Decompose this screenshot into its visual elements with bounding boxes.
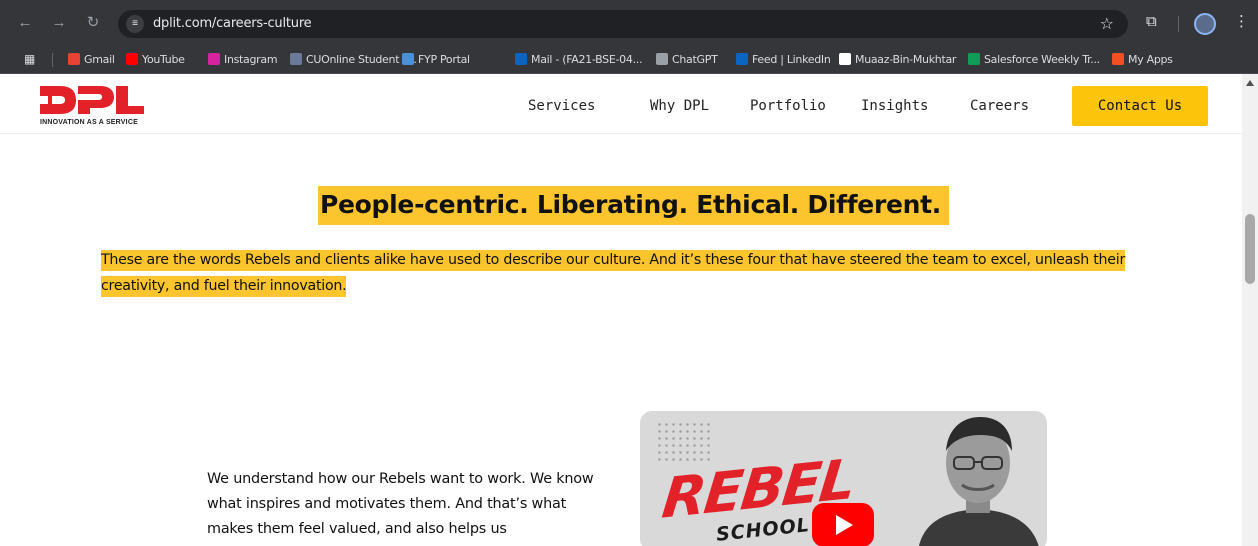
culture-headline: People-centric. Liberating. Ethical. Dif… [318, 186, 949, 225]
cuonline-icon [290, 53, 302, 65]
chatgpt-icon [656, 53, 668, 65]
reload-icon[interactable]: ↻ [84, 14, 102, 32]
dot-grid-decoration [656, 421, 710, 465]
outlook-icon [515, 53, 527, 65]
bookmark-item[interactable]: Instagram [208, 53, 278, 66]
linkedin-icon [736, 53, 748, 65]
nav-why-dpl[interactable]: Why DPL [650, 98, 709, 114]
menu-kebab-icon[interactable]: ⋮ [1234, 13, 1249, 31]
address-bar[interactable]: ≡ dplit.com/careers-culture ☆ [118, 10, 1128, 38]
extensions-icon[interactable]: ⧉ [1146, 13, 1157, 31]
apps-grid-icon[interactable]: ▦ [24, 52, 38, 66]
microsoft-icon [1112, 53, 1124, 65]
url-text[interactable]: dplit.com/careers-culture [153, 16, 312, 31]
bookmark-item[interactable]: FYP Portal [402, 53, 470, 66]
bookmark-item[interactable]: Gmail [68, 53, 115, 66]
bookmark-star-icon[interactable]: ☆ [1100, 14, 1114, 34]
bookmark-label: ChatGPT [672, 53, 718, 66]
profile-avatar[interactable] [1194, 13, 1216, 35]
github-icon [839, 53, 851, 65]
bookmarks-bar: ▦ Gmail YouTube Instagram CUOnline Student … [0, 46, 1258, 74]
instagram-icon [208, 53, 220, 65]
culture-intro: These are the words Rebels and clients a… [101, 247, 1131, 299]
gmail-icon [68, 53, 80, 65]
bookmark-item[interactable]: Feed | LinkedIn [736, 53, 831, 66]
speaker-photo [919, 417, 1039, 546]
toolbar-divider [1178, 16, 1179, 32]
bookmark-item[interactable]: YouTube [126, 53, 185, 66]
culture-body-text: We understand how our Rebels want to wor… [207, 471, 594, 537]
bookmark-item[interactable]: ChatGPT [656, 53, 718, 66]
fyp-portal-icon [402, 53, 414, 65]
site-settings-icon[interactable]: ≡ [126, 15, 144, 33]
bookmark-label: YouTube [142, 53, 185, 66]
bookmark-label: My Apps [1128, 53, 1173, 66]
logo-tagline: INNOVATION AS A SERVICE [40, 119, 138, 126]
bookmark-label: CUOnline Student P... [306, 53, 417, 66]
youtube-icon [126, 53, 138, 65]
culture-intro-text: These are the words Rebels and clients a… [101, 250, 1125, 297]
forward-arrow-icon[interactable]: → [50, 14, 68, 32]
bookmark-item[interactable]: Mail - (FA21-BSE-04... [515, 53, 642, 66]
bookmark-label: Instagram [224, 53, 278, 66]
dpl-logo-mark [40, 86, 144, 114]
rebel-school-video[interactable]: REBEL SCHOOL [640, 411, 1047, 546]
bookmark-label: Feed | LinkedIn [752, 53, 831, 66]
contact-us-button[interactable]: Contact Us [1072, 86, 1208, 126]
bookmark-label: Muaaz-Bin-Mukhtar [855, 53, 957, 66]
site-header: INNOVATION AS A SERVICE Services Why DPL… [0, 74, 1242, 134]
bookmark-item[interactable]: My Apps [1112, 53, 1173, 66]
culture-headline-wrap: People-centric. Liberating. Ethical. Dif… [318, 186, 949, 225]
bookmark-item[interactable]: Salesforce Weekly Tr... [968, 53, 1100, 66]
bookmark-label: FYP Portal [418, 53, 470, 66]
nav-portfolio[interactable]: Portfolio [750, 98, 826, 114]
browser-toolbar: ← → ↻ ≡ dplit.com/careers-culture ☆ ⧉ ⋮ [0, 0, 1258, 46]
bookmark-item[interactable]: CUOnline Student P... [290, 53, 417, 66]
bookmark-label: Gmail [84, 53, 115, 66]
bookmark-label: Mail - (FA21-BSE-04... [531, 53, 643, 66]
nav-careers[interactable]: Careers [970, 98, 1029, 114]
bookmark-item[interactable]: Muaaz-Bin-Mukhtar [839, 53, 956, 66]
nav-insights[interactable]: Insights [861, 98, 928, 114]
nav-services[interactable]: Services [528, 98, 595, 114]
back-arrow-icon[interactable]: ← [16, 14, 34, 32]
bookmarks-divider [52, 53, 53, 67]
sheets-icon [968, 53, 980, 65]
scroll-up-arrow-icon[interactable] [1246, 80, 1254, 86]
bookmark-label: Salesforce Weekly Tr... [984, 53, 1100, 66]
scroll-thumb[interactable] [1245, 214, 1255, 284]
youtube-play-button-icon[interactable] [812, 503, 874, 546]
page-scrollbar[interactable] [1242, 74, 1258, 546]
